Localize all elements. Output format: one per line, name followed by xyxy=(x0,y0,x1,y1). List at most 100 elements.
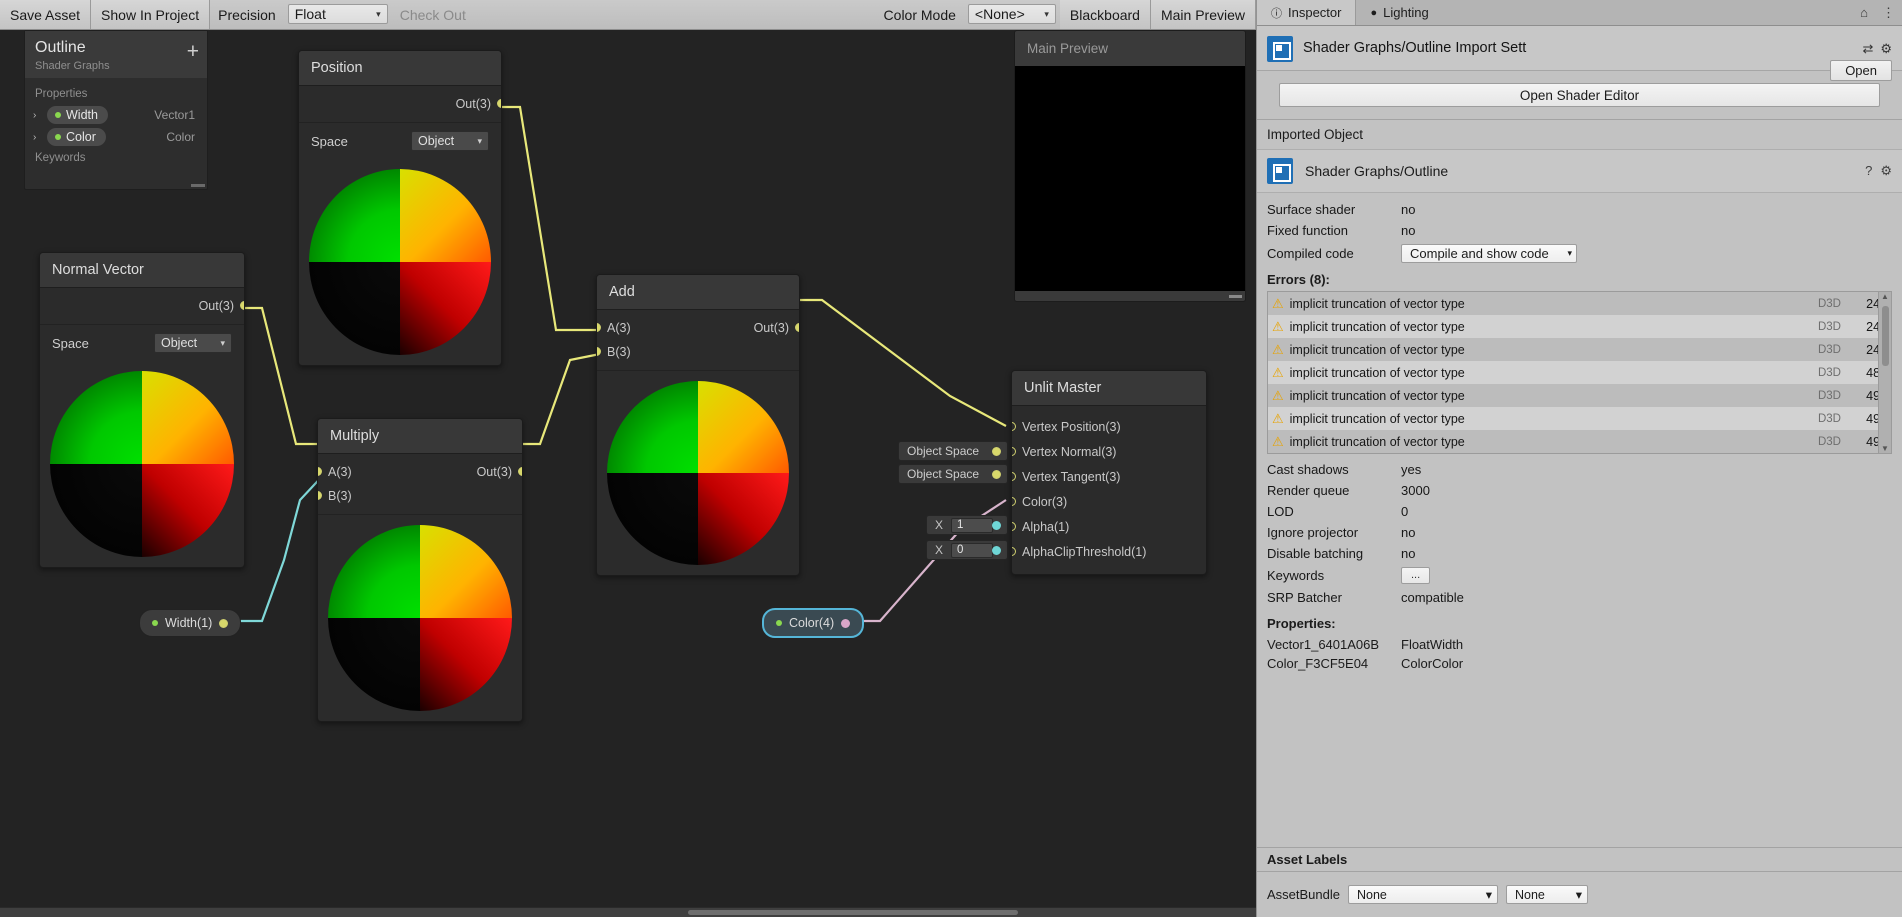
compiled-code-dropdown[interactable]: Compile and show code ▾ xyxy=(1401,244,1577,263)
output-slot-icon[interactable] xyxy=(841,618,851,628)
blackboard-resize-handle[interactable] xyxy=(191,184,205,187)
graph-canvas[interactable]: Outline Shader Graphs + Properties › Wid… xyxy=(0,30,1256,917)
node-position[interactable]: Position Out(3) Space Object ▾ xyxy=(298,50,502,366)
input-slot-icon[interactable] xyxy=(318,467,322,476)
main-preview-surface[interactable] xyxy=(1015,66,1245,291)
color-mode-dropdown[interactable]: <None> ▾ xyxy=(967,4,1056,24)
node-space-field[interactable]: Space Object ▾ xyxy=(299,123,501,159)
input-slot-icon[interactable] xyxy=(1012,447,1016,456)
input-slot-icon[interactable] xyxy=(1012,522,1016,531)
input-slot-icon[interactable] xyxy=(318,491,322,500)
error-row[interactable]: ⚠ implicit truncation of vector type D3D… xyxy=(1268,361,1891,384)
node-normal-vector[interactable]: Normal Vector Out(3) Space Object ▾ xyxy=(39,252,245,568)
unlit-extra-alphaclip-value[interactable]: X 0 xyxy=(926,540,1008,560)
unlit-extra-object-space-2[interactable]: Object Space xyxy=(898,464,1008,484)
output-slot-icon[interactable] xyxy=(240,301,244,310)
node-add[interactable]: Add A(3) B(3) Out(3) xyxy=(596,274,800,576)
input-slot-icon[interactable] xyxy=(1012,547,1016,556)
port-out[interactable]: Out(3) xyxy=(420,460,522,484)
main-preview-toggle-button[interactable]: Main Preview xyxy=(1150,0,1256,29)
error-row[interactable]: ⚠ implicit truncation of vector type D3D… xyxy=(1268,430,1891,453)
error-row[interactable]: ⚠ implicit truncation of vector type D3D… xyxy=(1268,292,1891,315)
blackboard-property-width[interactable]: › Width Vector1 xyxy=(25,104,207,126)
overflow-menu-icon[interactable]: ⋮ xyxy=(1875,0,1902,25)
horizontal-scrollbar[interactable] xyxy=(688,910,1018,915)
blackboard-property-color[interactable]: › Color Color xyxy=(25,126,207,148)
scrollbar-thumb[interactable] xyxy=(1882,306,1889,366)
alpha-input[interactable]: 1 xyxy=(951,517,994,533)
error-row[interactable]: ⚠ implicit truncation of vector type D3D… xyxy=(1268,407,1891,430)
tab-lighting[interactable]: ● Lighting xyxy=(1356,0,1442,25)
errors-list[interactable]: ⚠ implicit truncation of vector type D3D… xyxy=(1267,291,1892,454)
port-out[interactable]: Out(3) xyxy=(299,92,501,116)
chevron-right-icon[interactable]: › xyxy=(33,110,47,121)
port-vertex-position[interactable]: Vertex Position(3) xyxy=(1012,414,1206,439)
blackboard-toggle-button[interactable]: Blackboard xyxy=(1059,0,1151,29)
input-slot-icon[interactable] xyxy=(1012,472,1016,481)
input-slot-icon[interactable] xyxy=(597,323,601,332)
port-in-b[interactable]: B(3) xyxy=(318,484,420,508)
port-color[interactable]: Color(3) xyxy=(1012,489,1206,514)
port-alpha-clip-threshold[interactable]: AlphaClipThreshold(1) xyxy=(1012,539,1206,564)
port-in-b[interactable]: B(3) xyxy=(597,340,698,364)
show-in-project-button[interactable]: Show In Project xyxy=(91,0,211,29)
input-slot-icon[interactable] xyxy=(1012,497,1016,506)
assetbundle-dropdown[interactable]: None ▾ xyxy=(1348,885,1498,904)
output-slot-icon[interactable] xyxy=(219,618,229,628)
space-dropdown[interactable]: Object ▾ xyxy=(154,333,232,353)
port-in-a[interactable]: A(3) xyxy=(318,460,420,484)
main-preview-resize-handle[interactable] xyxy=(1229,295,1242,298)
assetbundle-variant-dropdown[interactable]: None ▾ xyxy=(1506,885,1588,904)
output-slot-icon[interactable] xyxy=(795,323,799,332)
save-asset-button[interactable]: Save Asset xyxy=(0,0,92,29)
errors-scrollbar[interactable]: ▲ ▼ xyxy=(1878,292,1891,453)
scroll-up-arrow-icon[interactable]: ▲ xyxy=(1881,292,1889,301)
node-space-field[interactable]: Space Object ▾ xyxy=(40,325,244,361)
slot-icon[interactable] xyxy=(992,447,1001,456)
unlit-extra-alpha-value[interactable]: X 1 xyxy=(926,515,1008,535)
node-unlit-master[interactable]: Unlit Master Vertex Position(3) Vertex N… xyxy=(1011,370,1207,575)
input-slot-icon[interactable] xyxy=(1012,422,1016,431)
unlit-extra-object-space-1[interactable]: Object Space xyxy=(898,441,1008,461)
precision-dropdown[interactable]: Float ▾ xyxy=(287,4,388,24)
port-vertex-tangent[interactable]: Vertex Tangent(3) xyxy=(1012,464,1206,489)
property-pill[interactable]: Color xyxy=(47,128,106,146)
output-slot-icon[interactable] xyxy=(518,467,522,476)
open-button[interactable]: Open xyxy=(1830,60,1892,81)
error-row[interactable]: ⚠ implicit truncation of vector type D3D… xyxy=(1268,384,1891,407)
port-in-a[interactable]: A(3) xyxy=(597,316,698,340)
node-multiply[interactable]: Multiply A(3) B(3) Out(3) xyxy=(317,418,523,722)
port-alpha[interactable]: Alpha(1) xyxy=(1012,514,1206,539)
error-row[interactable]: ⚠ implicit truncation of vector type D3D… xyxy=(1268,338,1891,361)
node-width-property-token[interactable]: Width(1) xyxy=(139,609,242,637)
preset-icon[interactable]: ⇄ xyxy=(1862,41,1873,57)
chevron-right-icon[interactable]: › xyxy=(33,132,47,143)
asset-labels-header[interactable]: Asset Labels xyxy=(1257,847,1902,871)
slot-icon[interactable] xyxy=(992,470,1001,479)
add-property-button[interactable]: + xyxy=(187,41,199,62)
imported-object-row[interactable]: Shader Graphs/Outline ? ⚙ xyxy=(1257,149,1902,193)
gear-icon[interactable]: ⚙ xyxy=(1880,41,1892,57)
keywords-button[interactable]: ... xyxy=(1401,567,1431,584)
port-out[interactable]: Out(3) xyxy=(698,316,799,340)
tab-inspector[interactable]: ⓘ Inspector xyxy=(1257,0,1357,25)
scroll-down-arrow-icon[interactable]: ▼ xyxy=(1881,444,1889,453)
output-slot-icon[interactable] xyxy=(497,99,501,108)
error-row[interactable]: ⚠ implicit truncation of vector type D3D… xyxy=(1268,315,1891,338)
check-out-button[interactable]: Check Out xyxy=(392,0,474,29)
input-slot-icon[interactable] xyxy=(597,347,601,356)
lock-icon[interactable]: ⌂ xyxy=(1853,0,1875,25)
port-out[interactable]: Out(3) xyxy=(40,294,244,318)
slot-icon[interactable] xyxy=(992,521,1001,530)
help-icon[interactable]: ? xyxy=(1865,163,1872,179)
node-color-property-token[interactable]: Color(4) xyxy=(762,608,865,638)
open-shader-editor-button[interactable]: Open Shader Editor xyxy=(1279,83,1880,107)
property-pill[interactable]: Width xyxy=(47,106,108,124)
slot-icon[interactable] xyxy=(992,546,1001,555)
space-dropdown[interactable]: Object ▾ xyxy=(411,131,489,151)
blackboard-panel[interactable]: Outline Shader Graphs + Properties › Wid… xyxy=(24,30,208,190)
port-vertex-normal[interactable]: Vertex Normal(3) xyxy=(1012,439,1206,464)
main-preview-panel[interactable]: Main Preview xyxy=(1014,30,1246,302)
alphaclip-input[interactable]: 0 xyxy=(951,542,994,558)
gear-icon[interactable]: ⚙ xyxy=(1880,163,1892,179)
